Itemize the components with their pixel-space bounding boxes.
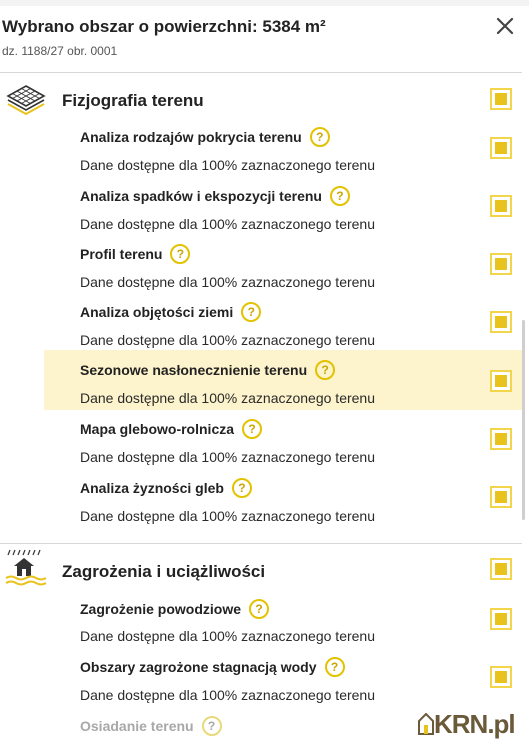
help-icon[interactable]: ?: [201, 716, 222, 736]
item-checkbox[interactable]: [490, 608, 512, 630]
item-title: Mapa glebowo-rolnicza?: [80, 419, 263, 439]
help-icon[interactable]: ?: [309, 127, 330, 147]
help-icon[interactable]: ?: [324, 657, 345, 677]
item-desc: Dane dostępne dla 100% zaznaczonego tere…: [80, 216, 375, 232]
item-desc: Dane dostępne dla 100% zaznaczonego tere…: [80, 687, 375, 703]
item-title: Profil terenu?: [80, 244, 191, 264]
section-checkbox-zagrozenia[interactable]: [490, 558, 512, 580]
item-title: Zagrożenie powodziowe?: [80, 599, 270, 619]
item-checkbox[interactable]: [490, 195, 512, 217]
item-checkbox[interactable]: [490, 311, 512, 333]
item-label: Mapa glebowo-rolnicza: [80, 421, 235, 437]
item-label: Obszary zagrożone stagnacją wody: [80, 659, 317, 675]
item-label: Profil terenu: [80, 246, 163, 262]
divider: [0, 72, 522, 73]
watermark-logo: KRN.pl: [418, 706, 516, 742]
item-label: Analiza spadków i ekspozycji terenu: [80, 188, 322, 204]
item-checkbox[interactable]: [490, 428, 512, 450]
help-icon[interactable]: ?: [329, 186, 350, 206]
page-title: Wybrano obszar o powierzchni: 5384 m²: [2, 17, 326, 36]
item-title: Analiza objętości ziemi?: [80, 302, 262, 322]
watermark-text: KRN.pl: [434, 708, 516, 739]
item-label: Analiza rodzajów pokrycia terenu: [80, 129, 302, 145]
house-icon: [418, 713, 434, 735]
item-label: Zagrożenie powodziowe: [80, 601, 242, 617]
section-title-fizjografia: Fizjografia terenu: [62, 91, 204, 110]
item-desc: Dane dostępne dla 100% zaznaczonego tere…: [80, 332, 375, 348]
item-checkbox[interactable]: [490, 486, 512, 508]
item-desc: Dane dostępne dla 100% zaznaczonego tere…: [80, 628, 375, 644]
item-title: Obszary zagrożone stagnacją wody?: [80, 657, 345, 677]
item-title: Analiza rodzajów pokrycia terenu?: [80, 127, 330, 147]
help-icon[interactable]: ?: [241, 302, 262, 322]
help-icon[interactable]: ?: [249, 599, 270, 619]
flood-house-icon: [4, 548, 48, 592]
item-label: Analiza objętości ziemi: [80, 304, 234, 320]
item-title: Analiza spadków i ekspozycji terenu?: [80, 186, 350, 206]
terrain-grid-icon: [4, 80, 48, 124]
scrollbar[interactable]: [522, 320, 525, 520]
item-desc: Dane dostępne dla 100% zaznaczonego tere…: [80, 508, 375, 524]
item-title: Sezonowe nasłonecznienie terenu?: [80, 360, 336, 380]
section-checkbox-fizjografia[interactable]: [490, 88, 512, 110]
item-title: Osiadanie terenu?: [80, 716, 222, 736]
item-desc: Dane dostępne dla 100% zaznaczonego tere…: [80, 274, 375, 290]
close-button[interactable]: [491, 12, 519, 40]
item-label: Osiadanie terenu: [80, 718, 194, 734]
item-desc: Dane dostępne dla 100% zaznaczonego tere…: [80, 157, 375, 173]
parcel-id: dz. 1188/27 obr. 0001: [2, 44, 118, 58]
item-label: Sezonowe nasłonecznienie terenu: [80, 362, 308, 378]
help-icon[interactable]: ?: [315, 360, 336, 380]
help-icon[interactable]: ?: [170, 244, 191, 264]
item-label: Analiza żyzności gleb: [80, 480, 224, 496]
item-checkbox[interactable]: [490, 137, 512, 159]
item-title: Analiza żyzności gleb?: [80, 478, 252, 498]
panel-header: Wybrano obszar o powierzchni: 5384 m² dz…: [0, 0, 529, 72]
section-title-zagrozenia: Zagrożenia i uciążliwości: [62, 562, 266, 581]
item-checkbox[interactable]: [490, 666, 512, 688]
help-icon[interactable]: ?: [231, 478, 252, 498]
item-checkbox[interactable]: [490, 253, 512, 275]
item-desc: Dane dostępne dla 100% zaznaczonego tere…: [80, 449, 375, 465]
item-checkbox[interactable]: [490, 370, 512, 392]
item-desc: Dane dostępne dla 100% zaznaczonego tere…: [80, 390, 375, 406]
divider: [0, 543, 522, 544]
help-icon[interactable]: ?: [242, 419, 263, 439]
close-icon: [496, 17, 514, 35]
